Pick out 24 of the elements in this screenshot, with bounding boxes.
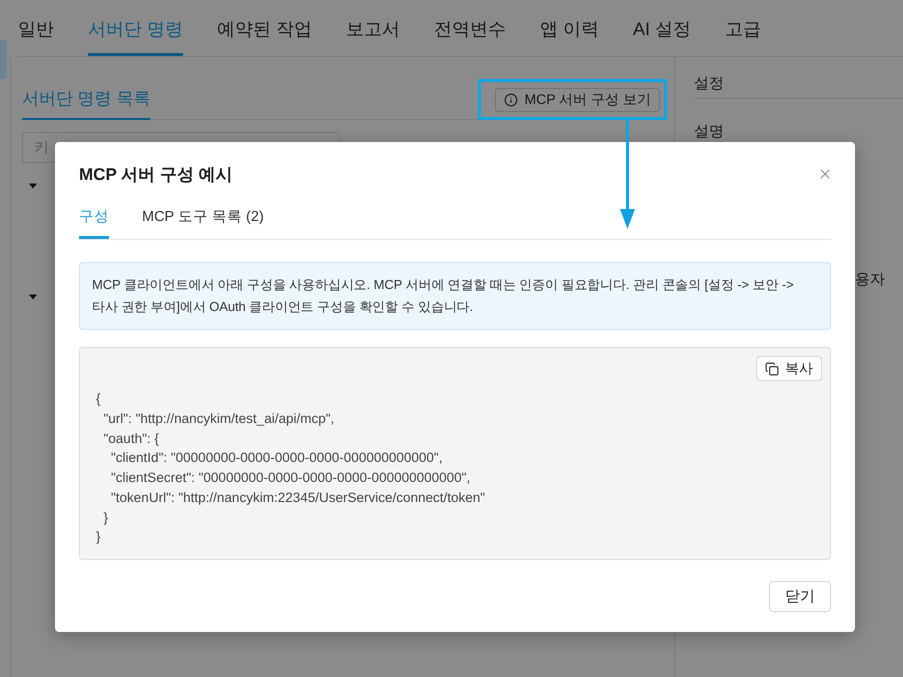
panel-title: 설정 [694, 68, 903, 99]
tab[interactable]: 고급 [725, 0, 762, 56]
copy-button[interactable]: 복사 [756, 356, 822, 381]
dialog-tab[interactable]: 구성 [79, 196, 109, 239]
dialog-title: MCP 서버 구성 예시 [79, 164, 233, 186]
field-label: 용자 [855, 270, 885, 289]
tab[interactable]: 일반 [18, 0, 54, 56]
info-notice: MCP 클라이언트에서 아래 구성을 사용하십시오. MCP 서버에 연결할 때는 인증이 필요합니다. 관리 콘솔의 [설정 -> 보안 -> 타사 권한 부여]에서 OAuth 클라이언트 구성을 확인할 수 있습니다. [79, 262, 831, 330]
field-label: 설명 [694, 122, 724, 141]
caret-icon[interactable] [29, 182, 37, 190]
tab[interactable]: AI 설정 [633, 0, 692, 56]
copy-icon [765, 362, 779, 376]
code-text: { "url": "http://nancykim/test_ai/api/mcp", "oauth": { "clientId": "00000000-0000-0000-0000-000000000000", "clientSecret": "00000000-0000-0000-0000-000000000000", "tokenUrl": "http://nancykim:22345/UserService/connect/token" } } [96, 390, 486, 546]
tab[interactable]: 예약된 작업 [217, 0, 312, 56]
info-icon [504, 93, 518, 107]
tab[interactable]: 전역변수 [434, 0, 506, 56]
side-handle[interactable] [0, 40, 7, 79]
tab[interactable]: 앱 이력 [540, 0, 600, 56]
caret-icon[interactable] [29, 293, 37, 301]
mcp-config-button[interactable]: MCP 서버 구성 보기 [495, 88, 660, 112]
close-dialog-button[interactable]: 닫기 [769, 581, 831, 612]
section-title: 서버단 명령 목록 [22, 79, 150, 120]
dialog-tab[interactable]: MCP 도구 목록 (2) [142, 196, 264, 239]
tab[interactable]: 보고서 [346, 0, 400, 56]
